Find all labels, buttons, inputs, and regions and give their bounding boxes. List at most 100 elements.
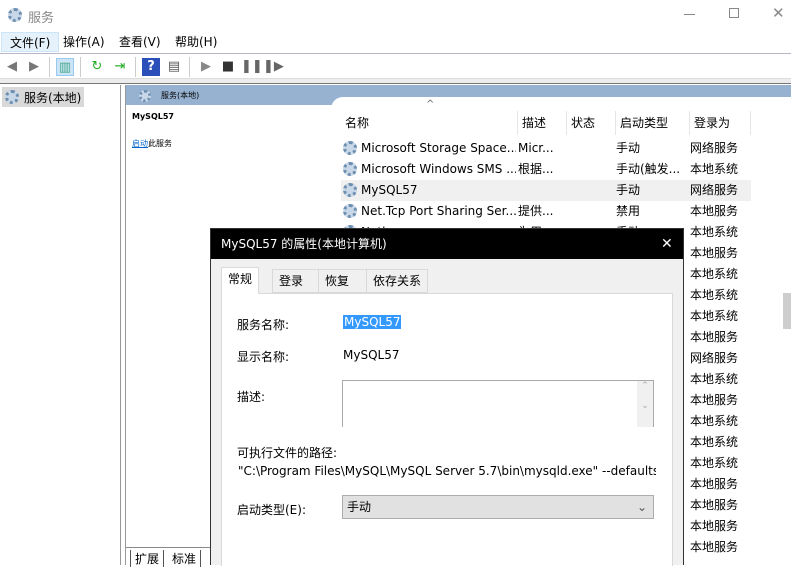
service-start: 手动 bbox=[616, 183, 641, 197]
column-header-name[interactable]: 名称 bbox=[341, 111, 518, 135]
pause-service-icon[interactable]: ❚❚ bbox=[241, 58, 263, 76]
tab-dependencies[interactable]: 依存关系 bbox=[366, 269, 429, 293]
service-logon: 本地服务 bbox=[690, 246, 739, 260]
service-gear-icon bbox=[343, 183, 357, 197]
help-icon[interactable]: ? bbox=[142, 58, 160, 76]
refresh-icon[interactable]: ↻ bbox=[88, 58, 106, 76]
dialog-title-bar: MySQL57 的属性(本地计算机) ✕ bbox=[211, 229, 683, 259]
start-service-link[interactable]: 启动 bbox=[132, 139, 148, 148]
start-service-link-suffix: 此服务 bbox=[148, 139, 172, 148]
chevron-down-icon: ⌄ bbox=[636, 500, 647, 514]
tab-standard[interactable]: 标准 bbox=[168, 550, 202, 567]
minimize-button[interactable] bbox=[684, 14, 695, 15]
menu-view[interactable]: 查看(V) bbox=[111, 32, 169, 52]
pane-header-title: 服务(本地) bbox=[161, 91, 200, 100]
close-button[interactable]: ✕ bbox=[772, 4, 785, 22]
stop-service-icon[interactable]: ■ bbox=[219, 58, 237, 76]
service-logon: 本地系统 bbox=[690, 435, 739, 449]
service-logon: 本地系统 bbox=[690, 414, 739, 428]
service-logon: 本地系统 bbox=[690, 456, 739, 470]
service-name: MySQL57 bbox=[361, 183, 418, 197]
service-desc: Micr... bbox=[518, 141, 554, 155]
service-name-label: 服务名称: bbox=[237, 318, 290, 332]
dialog-title: MySQL57 的属性(本地计算机) bbox=[221, 237, 387, 251]
selected-service-name: MySQL57 bbox=[132, 112, 174, 121]
service-logon: 本地系统 bbox=[690, 288, 739, 302]
maximize-button[interactable] bbox=[729, 8, 739, 18]
service-desc: 根据... bbox=[518, 162, 554, 176]
service-logon: 网络服务 bbox=[690, 141, 739, 155]
service-logon: 本地系统 bbox=[690, 225, 739, 239]
service-name-value[interactable]: MySQL57 bbox=[343, 315, 402, 329]
service-start: 手动 bbox=[616, 141, 641, 155]
service-start: 禁用 bbox=[616, 204, 641, 218]
executable-path-value: "C:\Program Files\MySQL\MySQL Server 5.7… bbox=[238, 464, 656, 478]
service-name: Microsoft Windows SMS ... bbox=[361, 162, 516, 176]
service-gear-icon bbox=[343, 162, 357, 176]
service-logon: 本地服务 bbox=[690, 519, 739, 533]
tree-item-label: 服务(本地) bbox=[24, 91, 82, 105]
service-logon: 本地系统 bbox=[690, 309, 739, 323]
divider bbox=[0, 79, 791, 84]
service-logon: 本地服务 bbox=[690, 540, 739, 554]
service-name: Microsoft Storage Space... bbox=[361, 141, 516, 155]
service-row[interactable]: Microsoft Storage Space... Micr... 手动 网络服务 bbox=[341, 138, 751, 159]
menu-action[interactable]: 操作(A) bbox=[55, 32, 113, 52]
tab-recovery[interactable]: 恢复 bbox=[318, 269, 367, 293]
column-header-status[interactable]: 状态 bbox=[567, 111, 616, 135]
service-logon: 网络服务 bbox=[690, 351, 739, 365]
services-gear-icon bbox=[139, 90, 151, 102]
menu-file[interactable]: 文件(F) bbox=[1, 32, 60, 52]
description-textarea[interactable]: ⌃ ⌄ bbox=[342, 380, 654, 427]
services-gear-icon bbox=[8, 8, 22, 22]
sort-ascending-icon: ^ bbox=[426, 99, 435, 110]
startup-type-value: 手动 bbox=[347, 500, 372, 514]
tree-item-services-local[interactable]: 服务(本地) bbox=[2, 87, 84, 107]
startup-type-label: 启动类型(E): bbox=[237, 503, 306, 517]
back-arrow-icon[interactable]: ◀ bbox=[3, 58, 21, 76]
scrollbar-thumb[interactable] bbox=[783, 293, 791, 329]
service-logon: 本地服务 bbox=[690, 477, 739, 491]
menu-help[interactable]: 帮助(H) bbox=[167, 32, 225, 52]
service-row[interactable]: Net.Tcp Port Sharing Ser... 提供... 禁用 本地服务 bbox=[341, 201, 751, 222]
title-bar: 服务 ✕ bbox=[0, 0, 791, 30]
description-scrollbar[interactable]: ⌃ ⌄ bbox=[637, 381, 653, 427]
forward-arrow-icon[interactable]: ▶ bbox=[25, 58, 43, 76]
service-desc: 提供... bbox=[518, 204, 554, 218]
service-gear-icon bbox=[343, 141, 357, 155]
service-row[interactable]: MySQL57 手动 网络服务 bbox=[341, 180, 751, 201]
service-row[interactable]: Microsoft Windows SMS ... 根据... 手动(触发... 本地… bbox=[341, 159, 751, 180]
service-logon: 本地系统 bbox=[690, 372, 739, 386]
tab-logon[interactable]: 登录 bbox=[272, 269, 319, 293]
service-logon: 本地系统 bbox=[690, 162, 739, 176]
tree-pane: 服务(本地) bbox=[0, 85, 121, 565]
toolbar: ◀ ▶ ▥ ↻ ⇥ ? ▤ ▶ ■ ❚❚ ❚▶ bbox=[0, 54, 791, 79]
window-title: 服务 bbox=[28, 11, 55, 26]
service-start: 手动(触发... bbox=[616, 162, 681, 176]
column-header-startup-type[interactable]: 启动类型 bbox=[616, 111, 690, 135]
properties-dialog: MySQL57 的属性(本地计算机) ✕ 常规 登录 恢复 依存关系 服务名称:… bbox=[210, 228, 684, 566]
properties-pane-icon[interactable]: ▤ bbox=[165, 58, 183, 76]
general-tab-panel: 服务名称: MySQL57 显示名称: MySQL57 描述: ⌃ ⌄ 可执行文件… bbox=[221, 293, 673, 566]
export-list-icon[interactable]: ⇥ bbox=[111, 58, 129, 76]
display-name-value[interactable]: MySQL57 bbox=[343, 348, 399, 362]
column-header-logon-as[interactable]: 登录为 bbox=[690, 111, 751, 135]
tab-general[interactable]: 常规 bbox=[221, 267, 260, 294]
service-logon: 本地服务 bbox=[690, 204, 739, 218]
display-name-label: 显示名称: bbox=[237, 350, 290, 364]
path-label: 可执行文件的路径: bbox=[237, 446, 338, 460]
service-logon: 网络服务 bbox=[690, 183, 739, 197]
restart-service-icon[interactable]: ❚▶ bbox=[263, 58, 284, 76]
startup-type-select[interactable]: 手动 ⌄ bbox=[342, 495, 654, 519]
service-logon: 本地系统 bbox=[690, 267, 739, 281]
dialog-close-button[interactable]: ✕ bbox=[661, 229, 673, 259]
description-label: 描述: bbox=[237, 390, 266, 404]
show-hide-tree-icon[interactable]: ▥ bbox=[56, 58, 74, 76]
tab-extended[interactable]: 扩展 bbox=[130, 550, 165, 567]
start-service-icon[interactable]: ▶ bbox=[197, 58, 215, 76]
menu-bar: 文件(F) 操作(A) 查看(V) 帮助(H) bbox=[0, 30, 791, 54]
scrollbar[interactable] bbox=[782, 117, 791, 547]
service-gear-icon bbox=[343, 204, 357, 218]
service-logon: 本地服务 bbox=[690, 393, 739, 407]
column-header-description[interactable]: 描述 bbox=[518, 111, 567, 135]
